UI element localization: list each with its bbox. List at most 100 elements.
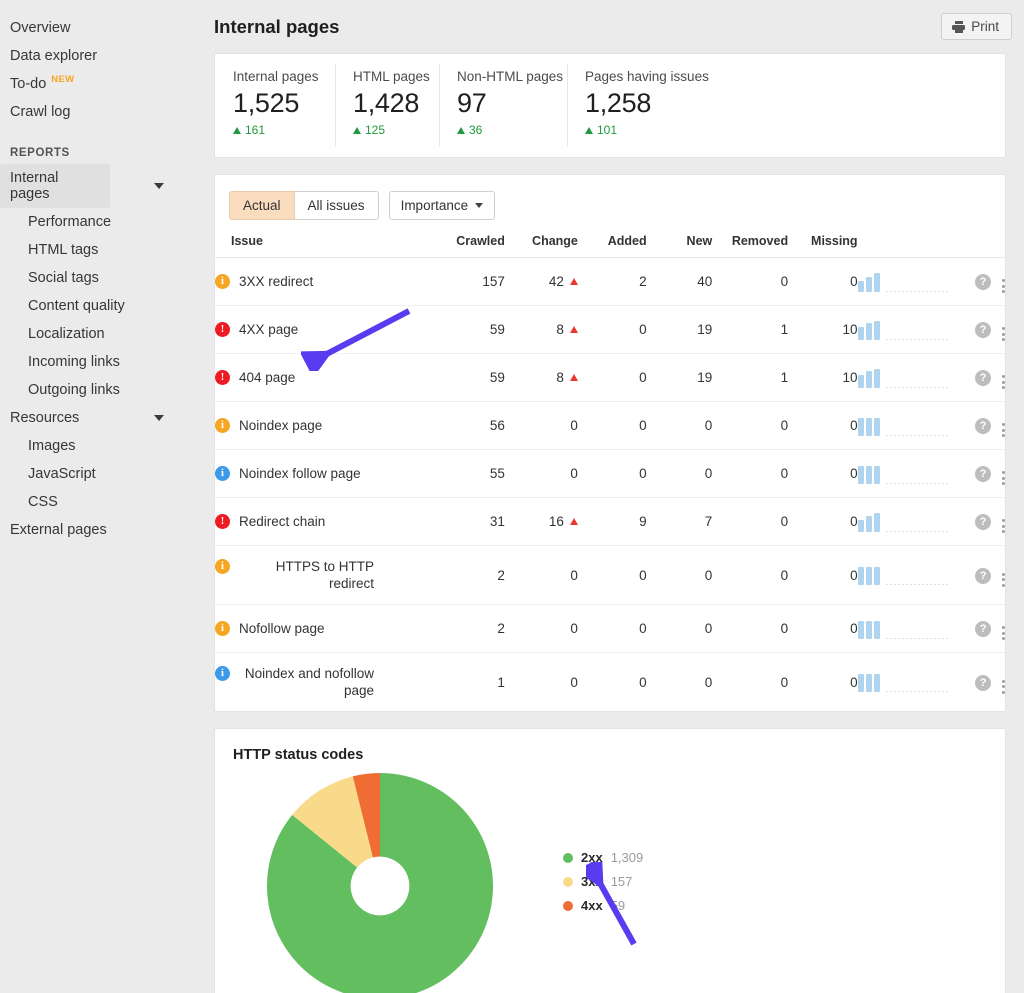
cell-change: 16 [505, 498, 578, 546]
sparkline-chart [858, 320, 965, 340]
cell-new: 7 [647, 498, 713, 546]
column-header-crawled[interactable]: Crawled [426, 234, 505, 258]
triangle-up-icon [570, 326, 578, 333]
sidebar-item-performance[interactable]: Performance [0, 208, 196, 236]
tab-actual[interactable]: Actual [229, 191, 295, 220]
kebab-menu-icon[interactable] [1002, 279, 1005, 293]
sidebar-item-to-do[interactable]: To-do NEW [0, 70, 196, 98]
sidebar-item-data-explorer[interactable]: Data explorer [0, 42, 196, 70]
sidebar-item-internal-pages[interactable]: Internal pages [0, 164, 110, 208]
issue-cell[interactable]: iNoindex and nofollow page [215, 653, 426, 712]
sidebar-item-images[interactable]: Images [0, 432, 196, 460]
kebab-menu-icon[interactable] [1002, 327, 1005, 341]
cell-actions [1002, 354, 1005, 402]
kebab-menu-icon[interactable] [1002, 680, 1005, 694]
sidebar-item-overview[interactable]: Overview [0, 14, 196, 42]
legend-item-4xx[interactable]: 4xx59 [563, 898, 643, 913]
sidebar-item-html-tags[interactable]: HTML tags [0, 236, 196, 264]
issues-table-body: i3XX redirect1574224000?!4XX page5980191… [215, 258, 1005, 712]
legend-item-2xx[interactable]: 2xx1,309 [563, 850, 643, 865]
cell-missing: 10 [788, 354, 857, 402]
sidebar-item-label: JavaScript [28, 466, 96, 482]
table-row[interactable]: iHTTPS to HTTP redirect200000? [215, 546, 1005, 605]
sidebar-item-javascript[interactable]: JavaScript [0, 460, 196, 488]
help-icon[interactable]: ? [975, 322, 991, 338]
sidebar-item-css[interactable]: CSS [0, 488, 196, 516]
print-button[interactable]: Print [941, 13, 1012, 40]
stat-delta-value: 101 [597, 123, 617, 137]
sidebar-item-resources[interactable]: Resources [0, 404, 196, 432]
table-row[interactable]: !Redirect chain31169700? [215, 498, 1005, 546]
issue-cell[interactable]: iNofollow page [215, 605, 426, 653]
chevron-down-icon[interactable] [154, 415, 164, 421]
help-icon[interactable]: ? [975, 621, 991, 637]
cell-sparkline [858, 450, 965, 498]
stat-value: 1,428 [353, 86, 439, 120]
table-row[interactable]: iNoindex page5600000? [215, 402, 1005, 450]
sidebar-item-incoming-links[interactable]: Incoming links [0, 348, 196, 376]
cell-added: 0 [578, 546, 647, 605]
chevron-down-icon[interactable] [154, 183, 164, 189]
kebab-menu-icon[interactable] [1002, 423, 1005, 437]
column-header-change[interactable]: Change [505, 234, 578, 258]
issue-cell[interactable]: iNoindex follow page [215, 450, 426, 498]
kebab-menu-icon[interactable] [1002, 573, 1005, 587]
sparkline-chart [858, 464, 965, 484]
help-icon[interactable]: ? [975, 370, 991, 386]
table-row[interactable]: iNoindex and nofollow page100000? [215, 653, 1005, 712]
legend-item-3xx[interactable]: 3xx157 [563, 874, 643, 889]
issue-cell[interactable]: iHTTPS to HTTP redirect [215, 546, 426, 605]
column-header-removed[interactable]: Removed [712, 234, 788, 258]
column-header-new[interactable]: New [647, 234, 713, 258]
issue-cell[interactable]: !4XX page [215, 306, 426, 354]
cell-help: ? [964, 306, 1002, 354]
sidebar-item-label: Localization [28, 326, 105, 342]
cell-new: 40 [647, 258, 713, 306]
donut-svg[interactable] [267, 773, 493, 993]
help-icon[interactable]: ? [975, 675, 991, 691]
table-row[interactable]: !404 page598019110? [215, 354, 1005, 402]
cell-crawled: 31 [426, 498, 505, 546]
sidebar-item-outgoing-links[interactable]: Outgoing links [0, 376, 196, 404]
table-row[interactable]: iNoindex follow page5500000? [215, 450, 1005, 498]
issue-cell[interactable]: !404 page [215, 354, 426, 402]
cell-help: ? [964, 258, 1002, 306]
table-row[interactable]: i3XX redirect1574224000? [215, 258, 1005, 306]
sidebar-item-content-quality[interactable]: Content quality [0, 292, 196, 320]
cell-added: 0 [578, 354, 647, 402]
kebab-menu-icon[interactable] [1002, 471, 1005, 485]
warning-icon: i [215, 559, 230, 574]
kebab-menu-icon[interactable] [1002, 375, 1005, 389]
sidebar-item-crawl-log[interactable]: Crawl log [0, 98, 196, 126]
cell-new: 0 [647, 402, 713, 450]
sidebar-item-external-pages[interactable]: External pages [0, 516, 196, 544]
column-header-missing[interactable]: Missing [788, 234, 857, 258]
kebab-menu-icon[interactable] [1002, 626, 1005, 640]
triangle-up-icon [233, 127, 241, 134]
help-icon[interactable]: ? [975, 514, 991, 530]
column-header-issue[interactable]: Issue [215, 234, 426, 258]
cell-missing: 0 [788, 605, 857, 653]
importance-dropdown[interactable]: Importance [389, 191, 496, 220]
cell-help: ? [964, 402, 1002, 450]
help-icon[interactable]: ? [975, 568, 991, 584]
stats-card: Internal pages1,525161HTML pages1,428125… [214, 53, 1006, 158]
chart-legend: 2xx1,309 3xx157 4xx59 [563, 850, 643, 922]
sidebar-item-localization[interactable]: Localization [0, 320, 196, 348]
info-icon: i [215, 466, 230, 481]
legend-color-dot [563, 853, 573, 863]
table-header-row: Issue Crawled Change Added New Removed M… [215, 234, 1005, 258]
help-icon[interactable]: ? [975, 418, 991, 434]
kebab-menu-icon[interactable] [1002, 519, 1005, 533]
table-row[interactable]: iNofollow page200000? [215, 605, 1005, 653]
table-row[interactable]: !4XX page598019110? [215, 306, 1005, 354]
issue-cell[interactable]: !Redirect chain [215, 498, 426, 546]
issue-cell[interactable]: iNoindex page [215, 402, 426, 450]
sidebar-item-social-tags[interactable]: Social tags [0, 264, 196, 292]
help-icon[interactable]: ? [975, 466, 991, 482]
column-header-added[interactable]: Added [578, 234, 647, 258]
help-icon[interactable]: ? [975, 274, 991, 290]
issue-cell[interactable]: i3XX redirect [215, 258, 426, 306]
filter-bar: Actual All issues Importance [215, 175, 1005, 234]
tab-all-issues[interactable]: All issues [295, 191, 379, 220]
